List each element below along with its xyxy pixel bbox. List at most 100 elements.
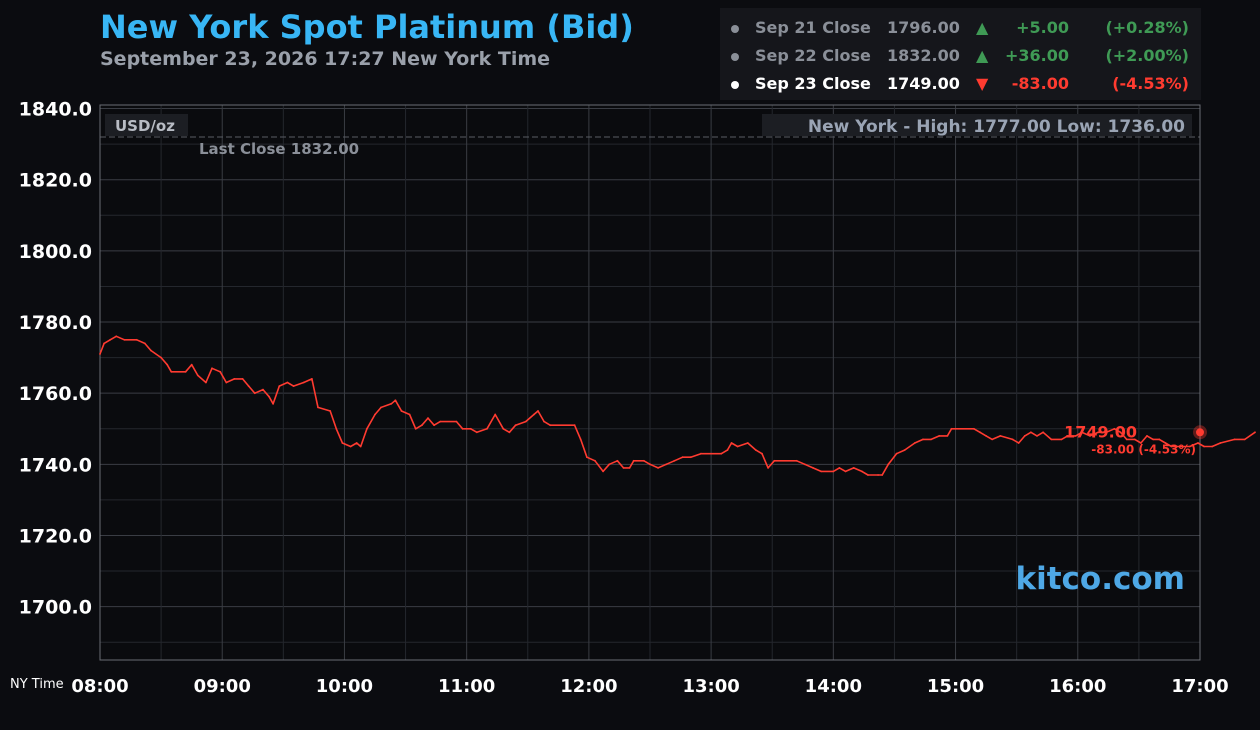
price-point <box>602 470 604 473</box>
y-tick-label: 1740.0 <box>19 454 92 476</box>
price-point <box>241 378 244 380</box>
price-point <box>586 456 588 459</box>
price-point <box>211 367 213 370</box>
price-point <box>628 467 631 469</box>
current-price-dot <box>1196 428 1204 437</box>
price-point <box>170 370 173 373</box>
price-point <box>329 410 332 412</box>
price-point <box>867 474 869 476</box>
price-point <box>594 459 596 462</box>
price-point <box>795 459 798 462</box>
price-point <box>543 420 545 423</box>
price-point <box>767 467 769 469</box>
price-point <box>439 420 442 423</box>
price-point <box>414 427 417 430</box>
price-point <box>1233 438 1236 441</box>
price-point <box>643 459 645 462</box>
price-point <box>681 456 684 459</box>
price-point <box>1030 431 1032 434</box>
price-point <box>135 338 138 341</box>
price-point <box>877 474 879 476</box>
y-tick-label: 1800.0 <box>19 241 92 263</box>
price-point <box>946 435 949 437</box>
price-point <box>359 445 362 448</box>
price-point <box>736 445 739 448</box>
price-point <box>103 342 105 345</box>
y-tick-label: 1700.0 <box>19 597 92 619</box>
x-tick-label: 12:00 <box>560 676 617 697</box>
price-point <box>292 385 295 387</box>
price-point <box>225 381 228 384</box>
price-point <box>838 467 841 469</box>
price-point <box>887 463 890 466</box>
price-point <box>1050 438 1053 441</box>
price-point <box>1254 431 1256 434</box>
price-point <box>665 463 668 466</box>
price-point <box>803 463 806 466</box>
price-point <box>408 413 411 416</box>
price-point <box>1203 445 1205 448</box>
price-point <box>649 463 651 466</box>
high-low-label: New York - High: 1777.00 Low: 1736.00 <box>808 117 1185 137</box>
price-point <box>494 413 497 416</box>
current-change-label: -83.00 (-4.53%) <box>1091 442 1196 456</box>
price-point <box>190 363 193 366</box>
x-tick-label: 08:00 <box>71 676 128 697</box>
price-point <box>374 413 376 416</box>
y-tick-label: 1780.0 <box>19 312 92 334</box>
price-point <box>427 417 429 419</box>
x-tick-label: 13:00 <box>682 676 739 697</box>
y-tick-label: 1760.0 <box>19 383 92 405</box>
price-point <box>1042 431 1044 434</box>
price-point <box>881 474 884 476</box>
price-point <box>973 427 975 430</box>
price-point <box>143 342 146 345</box>
price-point <box>903 449 906 451</box>
price-point <box>913 442 916 444</box>
price-point <box>205 381 207 384</box>
x-tick-label: 14:00 <box>805 676 862 697</box>
price-point <box>938 435 941 437</box>
price-point <box>746 442 749 444</box>
price-point <box>99 353 101 355</box>
x-tick-label: 16:00 <box>1049 676 1106 697</box>
price-point <box>616 459 619 462</box>
price-point <box>657 467 659 469</box>
price-point <box>950 427 953 430</box>
price-point <box>537 410 539 412</box>
price-point <box>895 452 898 455</box>
price-point <box>268 395 270 398</box>
watermark-logo: kitco.com <box>1016 561 1186 597</box>
x-tick-label: 09:00 <box>194 676 251 697</box>
price-point <box>262 388 264 391</box>
price-point <box>380 406 382 409</box>
price-point <box>455 420 458 423</box>
x-axis-label: NY Time <box>10 677 64 692</box>
price-point <box>985 435 987 437</box>
price-point <box>196 374 199 377</box>
price-point <box>1158 438 1161 441</box>
price-point <box>852 467 855 469</box>
price-point <box>930 438 932 441</box>
price-point <box>999 435 1002 437</box>
price-point <box>1060 438 1063 441</box>
price-point <box>622 467 625 469</box>
price-point <box>726 449 729 451</box>
price-chart: 1840.0 1820.0 1800.0 1780.0 1760.0 1740.0 1720… <box>10 99 1256 697</box>
price-point <box>115 335 118 338</box>
price-point <box>832 470 835 473</box>
price-point <box>302 381 305 384</box>
price-point <box>533 413 535 416</box>
price-point <box>1036 435 1038 437</box>
price-point <box>233 378 236 380</box>
x-tick-label: 17:00 <box>1171 676 1228 697</box>
price-point <box>549 424 552 427</box>
price-point <box>524 420 527 423</box>
price-point <box>502 427 505 430</box>
price-point <box>755 449 757 451</box>
price-point <box>1152 438 1154 441</box>
price-point <box>761 452 763 455</box>
price-point <box>109 338 112 341</box>
price-point <box>278 385 281 387</box>
price-point <box>1017 442 1020 444</box>
